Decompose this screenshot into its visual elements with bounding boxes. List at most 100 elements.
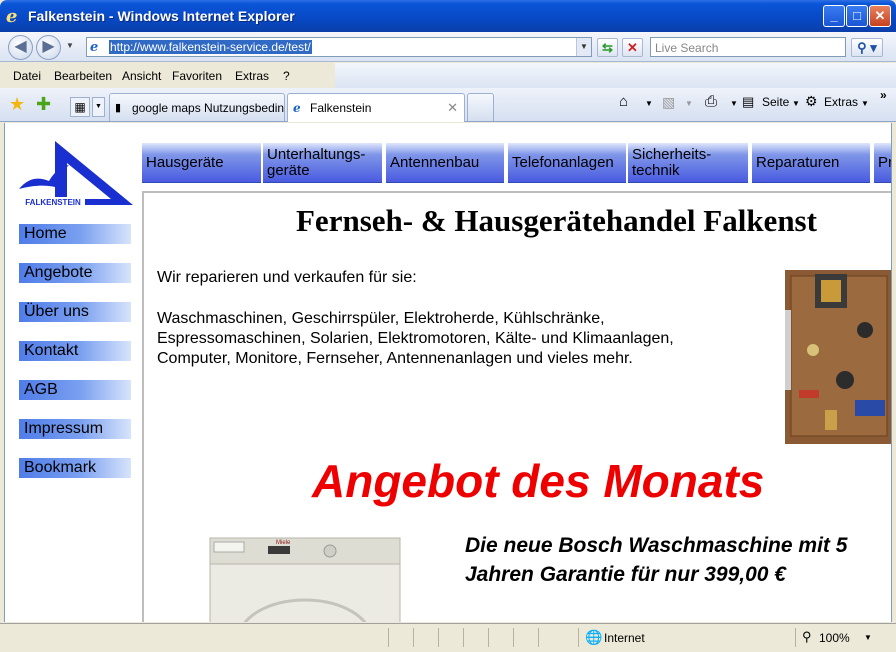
gear-icon: ⚙ — [805, 93, 818, 109]
new-tab-button[interactable] — [467, 93, 494, 121]
menu-file[interactable]: Datei — [13, 69, 41, 83]
sidebar-item-agb[interactable]: AGB — [19, 380, 131, 400]
page-icon: e — [90, 40, 99, 55]
offer-title: Angebot des Monats — [312, 455, 765, 507]
topnav-sicherheitstechnik[interactable]: Sicherheits-technik — [628, 143, 748, 183]
status-divider — [438, 628, 439, 647]
menu-edit[interactable]: Bearbeiten — [54, 69, 112, 83]
menu-view[interactable]: Ansicht — [122, 69, 161, 83]
topnav-label: Sicherheits- — [632, 146, 712, 163]
zoom-icon: ⚲ — [802, 629, 812, 644]
close-tab-icon[interactable]: ✕ — [447, 100, 458, 116]
services-line: Espressomaschinen, Solarien, Elektromoto… — [157, 330, 674, 347]
topnav-hausgeraete[interactable]: Hausgeräte — [142, 143, 261, 183]
page-menu-icon: ▤ — [742, 94, 755, 109]
topnav-label: geräte — [267, 162, 310, 179]
topnav-reparaturen[interactable]: Reparaturen — [752, 143, 870, 183]
chevron-more-icon[interactable]: » — [880, 88, 887, 102]
ie-page-icon: e — [293, 101, 301, 115]
menu-tools[interactable]: Extras — [235, 69, 269, 83]
search-button[interactable]: ⚲ ▾ — [851, 38, 883, 57]
zoom-level[interactable]: 100% — [819, 631, 850, 645]
refresh-button[interactable]: ⇆ — [597, 38, 618, 57]
sidebar-item-bookmark[interactable]: Bookmark — [19, 458, 131, 478]
feeds-dropdown-icon[interactable]: ▼ — [685, 99, 693, 108]
washer-brand: Miele — [276, 540, 291, 546]
print-dropdown-icon[interactable]: ▼ — [730, 99, 738, 108]
menu-bar-filler — [335, 63, 896, 88]
stop-button[interactable]: ✕ — [622, 38, 643, 57]
logo-text: FALKENSTEIN — [25, 198, 81, 207]
services-line: Waschmaschinen, Geschirrspüler, Elektroh… — [157, 310, 605, 327]
status-divider — [513, 628, 514, 647]
circuit-board-image — [785, 270, 891, 444]
history-dropdown-icon[interactable]: ▼ — [66, 41, 74, 50]
page-viewport: FALKENSTEIN Home Angebote Über uns Konta… — [4, 123, 892, 622]
sidebar-item-kontakt[interactable]: Kontakt — [19, 341, 131, 361]
security-zone[interactable]: Internet — [604, 631, 645, 645]
tab-google-maps[interactable]: ▮ google maps Nutzungsbeding… — [109, 93, 285, 121]
status-divider — [388, 628, 389, 647]
sidebar-item-angebote[interactable]: Angebote — [19, 263, 131, 283]
tab-bar: ★ ✚ ▦ ▼ ▮ google maps Nutzungsbeding… e … — [0, 88, 896, 122]
home-dropdown-icon[interactable]: ▼ — [645, 99, 653, 108]
url-text[interactable]: http://www.falkenstein-service.de/test/ — [109, 40, 312, 54]
home-icon[interactable]: ⌂ — [619, 93, 628, 110]
zoom-dropdown-icon[interactable]: ▼ — [864, 633, 872, 642]
offer-line: Die neue Bosch Waschmaschine mit 5 — [465, 534, 848, 557]
quick-tabs-icon[interactable]: ▦ — [70, 97, 90, 117]
page-menu-button[interactable]: Seite — [762, 95, 789, 109]
washing-machine-image: Miele — [209, 537, 401, 622]
feeds-icon[interactable]: ▧ — [662, 94, 675, 111]
topnav-label: Unterhaltungs- — [267, 146, 366, 163]
topnav-label: Pr — [878, 154, 892, 171]
url-dropdown-icon[interactable]: ▼ — [576, 38, 591, 56]
add-favorite-icon[interactable]: ✚ — [36, 94, 51, 115]
maximize-button[interactable]: □ — [846, 5, 868, 27]
topnav-more[interactable]: Pr — [874, 143, 892, 183]
tab-label: google maps Nutzungsbeding… — [132, 101, 285, 115]
address-toolbar: ◀ ▶ ▼ e http://www.falkenstein-service.d… — [0, 32, 896, 62]
sidebar-item-home[interactable]: Home — [19, 224, 131, 244]
menu-help[interactable]: ? — [283, 69, 290, 83]
address-field[interactable]: e http://www.falkenstein-service.de/test… — [86, 37, 592, 57]
back-button[interactable]: ◀ — [8, 35, 33, 60]
print-icon[interactable]: ⎙ — [705, 93, 717, 110]
minimize-button[interactable]: _ — [823, 5, 845, 27]
falkenstein-logo[interactable]: FALKENSTEIN — [15, 141, 135, 207]
globe-icon: 🌐 — [585, 629, 603, 645]
tools-dropdown-icon[interactable]: ▼ — [861, 99, 869, 108]
topnav-label: Hausgeräte — [146, 154, 224, 171]
main-content: Fernseh- & Hausgerätehandel Falkenst Wir… — [142, 191, 891, 622]
page-heading: Fernseh- & Hausgerätehandel Falkenst — [296, 203, 817, 238]
ie-logo-icon: e — [6, 6, 18, 27]
status-divider — [538, 628, 539, 647]
sidebar-item-impressum[interactable]: Impressum — [19, 419, 131, 439]
topnav-antennenbau[interactable]: Antennenbau — [386, 143, 504, 183]
status-divider — [488, 628, 489, 647]
tools-menu-button[interactable]: Extras — [824, 95, 858, 109]
close-button[interactable]: ✕ — [869, 5, 891, 27]
search-input[interactable]: Live Search — [650, 37, 846, 57]
forward-button[interactable]: ▶ — [36, 35, 61, 60]
topnav-unterhaltungsgeraete[interactable]: Unterhaltungs-geräte — [263, 143, 382, 183]
menu-bar: Datei Bearbeiten Ansicht Favoriten Extra… — [0, 63, 335, 88]
topnav-telefonanlagen[interactable]: Telefonanlagen — [508, 143, 626, 183]
status-divider — [578, 628, 579, 647]
tab-falkenstein[interactable]: e Falkenstein ✕ — [287, 93, 465, 122]
page-dropdown-icon[interactable]: ▼ — [792, 99, 800, 108]
menu-favorites[interactable]: Favoriten — [172, 69, 222, 83]
status-divider — [463, 628, 464, 647]
favorites-star-icon[interactable]: ★ — [9, 94, 25, 115]
page-icon: ▮ — [115, 102, 122, 114]
topnav-label: Reparaturen — [756, 154, 840, 171]
topnav-label: Antennenbau — [390, 154, 480, 171]
sidebar-item-ueber-uns[interactable]: Über uns — [19, 302, 131, 322]
tab-list-dropdown-icon[interactable]: ▼ — [92, 97, 105, 117]
offer-description: Die neue Bosch Waschmaschine mit 5 Jahre… — [465, 531, 847, 589]
status-divider — [413, 628, 414, 647]
topnav-label: technik — [632, 162, 680, 179]
offer-line: Jahren Garantie für nur 399,00 € — [465, 563, 786, 586]
status-divider — [795, 628, 796, 647]
intro-text: Wir reparieren und verkaufen für sie: — [157, 269, 417, 286]
